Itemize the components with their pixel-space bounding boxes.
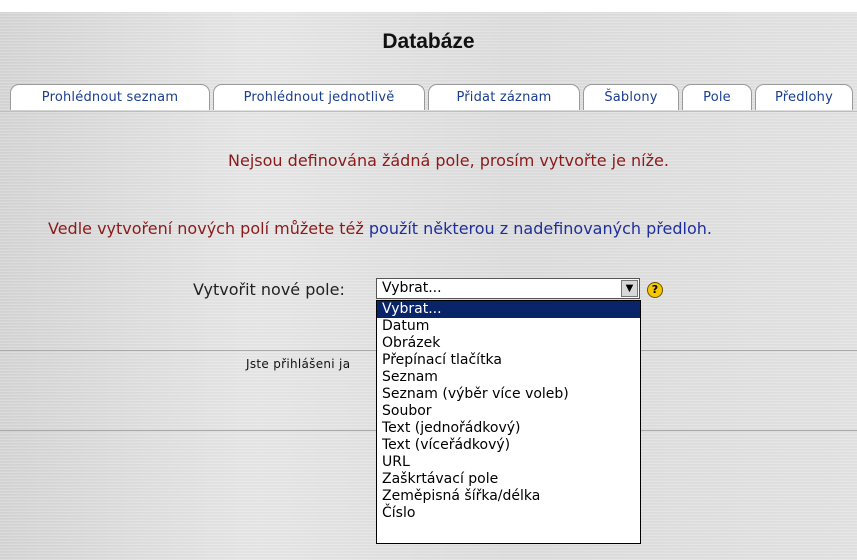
top-bar <box>0 0 857 12</box>
option-number[interactable]: Číslo <box>377 505 640 522</box>
option-url[interactable]: URL <box>377 454 640 471</box>
option-text[interactable]: Text (jednořádkový) <box>377 420 640 437</box>
presets-link[interactable]: použít některou z nadefinovaných předloh… <box>369 219 712 238</box>
field-type-selected-value: Vybrat... <box>382 280 442 296</box>
question-icon[interactable]: ? <box>647 282 663 298</box>
presets-message: Vedle vytvoření nových polí můžete též p… <box>48 219 712 238</box>
field-type-dropdown-list: Vybrat... Datum Obrázek Přepínací tlačít… <box>376 300 641 544</box>
field-type-select[interactable]: Vybrat... ▼ <box>376 278 640 299</box>
login-info: Jste přihlášeni ja <box>246 357 351 371</box>
tab-presets[interactable]: Předlohy <box>755 84 853 110</box>
tab-add-entry[interactable]: Přidat záznam <box>428 84 580 110</box>
option-textarea[interactable]: Text (víceřádkový) <box>377 437 640 454</box>
tab-fields[interactable]: Pole <box>682 84 752 110</box>
chevron-down-icon[interactable]: ▼ <box>621 280 638 297</box>
option-date[interactable]: Datum <box>377 318 640 335</box>
option-menu[interactable]: Seznam <box>377 369 640 386</box>
option-select[interactable]: Vybrat... <box>377 301 640 318</box>
tab-view-list[interactable]: Prohlédnout seznam <box>10 84 210 110</box>
option-radio-buttons[interactable]: Přepínací tlačítka <box>377 352 640 369</box>
page-title: Databáze <box>382 30 475 53</box>
option-checkbox[interactable]: Zaškrtávací pole <box>377 471 640 488</box>
option-file[interactable]: Soubor <box>377 403 640 420</box>
option-multimenu[interactable]: Seznam (výběr více voleb) <box>377 386 640 403</box>
no-fields-message: Nejsou definována žádná pole, prosím vyt… <box>228 151 669 170</box>
option-picture[interactable]: Obrázek <box>377 335 640 352</box>
tab-templates[interactable]: Šablony <box>583 84 679 110</box>
new-field-label: Vytvořit nové pole: <box>193 280 345 299</box>
tabs-divider <box>0 111 857 112</box>
option-latlong[interactable]: Zeměpisná šířka/délka <box>377 488 640 505</box>
tab-view-single[interactable]: Prohlédnout jednotlivě <box>213 84 425 110</box>
presets-message-text: Vedle vytvoření nových polí můžete též <box>48 219 369 238</box>
